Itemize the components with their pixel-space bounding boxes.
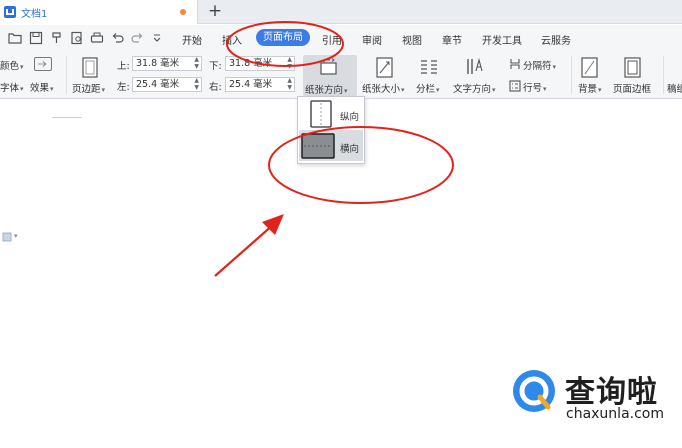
save-icon[interactable] [29, 31, 43, 45]
menu-sections[interactable]: 章节 [442, 32, 462, 47]
columns-icon[interactable] [420, 58, 438, 76]
customize-icon[interactable] [150, 31, 164, 45]
theme-effects-button[interactable]: 效果▾ [30, 80, 54, 94]
theme-colors-button[interactable]: 颜色▾ [0, 58, 24, 72]
menu-review[interactable]: 审阅 [362, 32, 382, 47]
page-border-button[interactable]: 页面边框 [613, 81, 651, 95]
page-border-icon[interactable] [624, 57, 641, 78]
text-direction-label: 文字方向 [453, 84, 492, 95]
portrait-label: 纵向 [340, 112, 360, 123]
margin-bottom-value: 31.8 毫米 [229, 58, 273, 69]
orientation-label-wrap: 纸张方向▾ [305, 85, 348, 96]
menu-page-layout[interactable]: 页面布局 [256, 29, 310, 46]
orientation-icon [319, 58, 339, 76]
orientation-option-landscape[interactable]: 横向 [299, 130, 363, 161]
margin-right-label: 右: [209, 82, 222, 93]
menu-references[interactable]: 引用 [322, 32, 342, 47]
theme-colors-label: 颜色 [0, 61, 20, 72]
margin-left-label: 左: [117, 82, 130, 93]
manuscript-button[interactable]: 稿纸 [667, 81, 682, 95]
columns-label: 分栏 [416, 84, 436, 95]
margin-top-input[interactable]: 31.8 毫米 ▲ ▼ [132, 56, 202, 71]
ribbon-separator [571, 56, 572, 94]
line-numbers-icon [509, 80, 521, 92]
ribbon-separator [663, 56, 664, 94]
open-folder-icon[interactable] [8, 31, 22, 45]
margins-button[interactable]: 页边距▾ [72, 81, 105, 95]
columns-button[interactable]: 分栏▾ [416, 81, 440, 95]
background-label: 背景 [578, 84, 598, 95]
menu-view[interactable]: 视图 [402, 32, 422, 47]
annotation-arrow-line [214, 223, 275, 277]
landscape-label: 横向 [340, 144, 360, 155]
paper-size-button[interactable]: 纸张大小▾ [362, 81, 405, 95]
margins-icon[interactable] [82, 57, 98, 78]
tab-bar: 文档1 + [0, 0, 682, 24]
line-numbers-label: 行号 [523, 83, 543, 94]
wps-document-icon [4, 6, 16, 18]
print-preview-icon[interactable] [70, 31, 84, 45]
redo-icon[interactable] [130, 31, 144, 45]
annotation-arrow-head [262, 214, 284, 235]
ribbon-separator [66, 56, 67, 94]
margin-right-input[interactable]: 25.4 毫米 ▲ ▼ [225, 77, 295, 92]
background-icon[interactable] [581, 57, 598, 78]
undo-icon[interactable] [111, 31, 125, 45]
text-direction-button[interactable]: 文字方向▾ [453, 81, 496, 95]
margin-right-value: 25.4 毫米 [229, 79, 273, 90]
portrait-page-icon [309, 100, 333, 128]
margin-bottom-label: 下: [209, 61, 222, 72]
menu-cloud[interactable]: 云服务 [541, 32, 571, 47]
new-tab-button[interactable]: + [206, 0, 224, 24]
document-nav-icon[interactable] [2, 232, 12, 242]
format-painter-icon[interactable] [50, 31, 64, 45]
background-button[interactable]: 背景▾ [578, 81, 602, 95]
margin-left-value: 25.4 毫米 [136, 79, 180, 90]
margin-top-label: 上: [117, 61, 130, 72]
paper-size-icon[interactable] [376, 57, 393, 78]
menu-home[interactable]: 开始 [182, 32, 202, 47]
watermark-name: 查询啦 [565, 375, 658, 410]
landscape-page-icon [301, 133, 335, 159]
theme-fonts-label: 字体 [0, 83, 20, 94]
breaks-label: 分隔符 [523, 61, 552, 72]
menu-developer[interactable]: 开发工具 [482, 32, 522, 47]
text-direction-icon[interactable] [465, 57, 487, 77]
theme-icon[interactable] [34, 57, 52, 71]
chaxunla-logo-icon [510, 367, 558, 415]
orientation-dropdown: 纵向 横向 [297, 96, 365, 164]
breaks-button[interactable]: 分隔符▾ [523, 58, 556, 72]
paper-size-label: 纸张大小 [362, 84, 401, 95]
margin-bottom-input[interactable]: 31.8 毫米 ▲ ▼ [225, 56, 295, 71]
document-title: 文档1 [21, 9, 48, 20]
theme-effects-label: 效果 [30, 83, 50, 94]
page-corner-mark [52, 117, 82, 118]
menu-insert[interactable]: 插入 [222, 32, 242, 47]
orientation-option-portrait[interactable]: 纵向 [299, 98, 363, 129]
watermark-domain: chaxunla.com [566, 406, 664, 422]
document-nav-caret[interactable]: ▾ [14, 232, 18, 240]
line-numbers-button[interactable]: 行号▾ [523, 80, 547, 94]
margin-top-value: 31.8 毫米 [136, 58, 180, 69]
print-icon[interactable] [90, 31, 104, 45]
orientation-label: 纸张方向 [305, 85, 344, 96]
margins-label: 页边距 [72, 84, 101, 95]
theme-fonts-button[interactable]: 字体▾ [0, 80, 24, 94]
margin-left-input[interactable]: 25.4 毫米 ▲ ▼ [132, 77, 202, 92]
breaks-icon [509, 58, 521, 70]
unsaved-indicator [180, 9, 186, 15]
document-tab[interactable]: 文档1 [0, 0, 198, 24]
